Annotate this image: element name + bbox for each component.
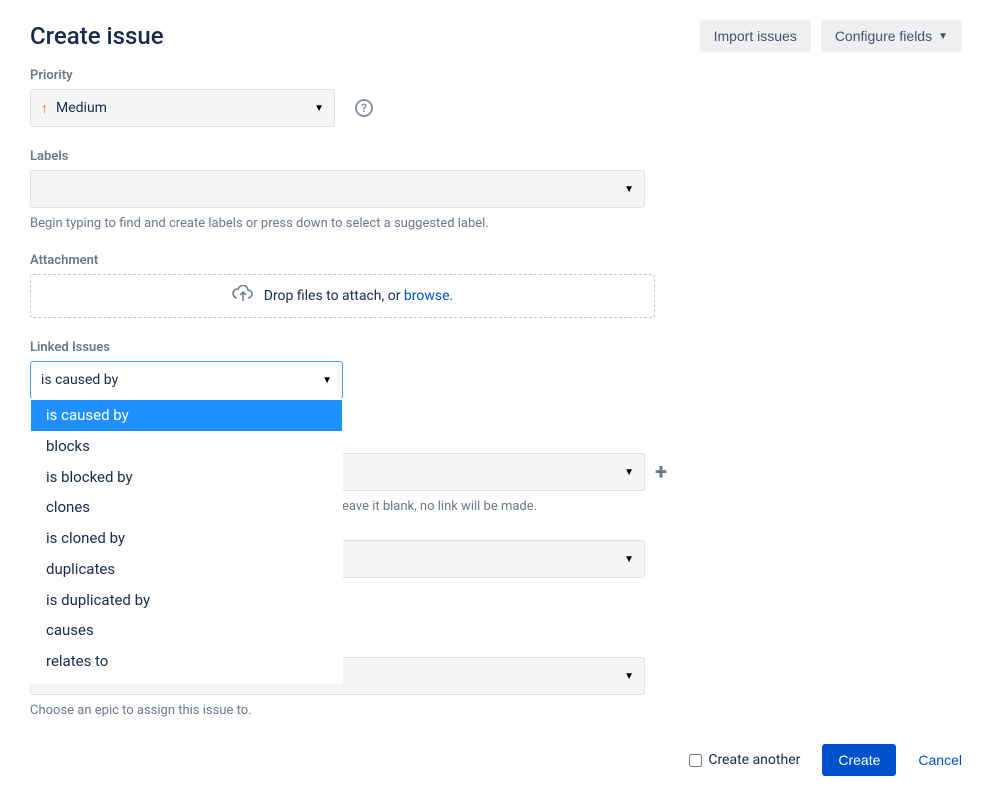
- dialog-title: Create issue: [30, 22, 700, 50]
- caret-down-icon: ▼: [624, 184, 634, 195]
- labels-field: Labels ▼ Begin typing to find and create…: [30, 149, 962, 231]
- attachment-browse-link[interactable]: browse: [404, 288, 450, 304]
- cloud-upload-icon: [232, 285, 254, 307]
- linked-issues-type-menu: is caused by blocks is blocked by clones…: [30, 398, 343, 684]
- priority-arrow-up-icon: ↑: [41, 100, 48, 117]
- create-another-checkbox-row[interactable]: Create another: [689, 752, 800, 768]
- create-another-label: Create another: [708, 752, 800, 768]
- attachment-field: Attachment Drop files to attach, or brow…: [30, 253, 962, 318]
- dialog-header: Create issue Import issues Configure fie…: [0, 0, 992, 68]
- epic-link-help: Choose an epic to assign this issue to.: [30, 703, 962, 718]
- priority-field: Priority ↑ Medium ▼ ?: [30, 68, 962, 127]
- dropdown-item-relates-to[interactable]: relates to: [31, 646, 342, 677]
- caret-down-icon: ▼: [314, 103, 324, 114]
- dropdown-item-is-cloned-by[interactable]: is cloned by: [31, 523, 342, 554]
- priority-row: ↑ Medium ▼ ?: [30, 89, 962, 127]
- dropdown-item-clones[interactable]: clones: [31, 492, 342, 523]
- attachment-dropzone[interactable]: Drop files to attach, or browse.: [30, 274, 655, 318]
- dialog-footer: Create another Create Cancel: [0, 726, 992, 796]
- caret-down-icon: ▼: [624, 554, 634, 565]
- dropdown-item-duplicates[interactable]: duplicates: [31, 554, 342, 585]
- header-actions: Import issues Configure fields ▼: [700, 20, 962, 52]
- caret-down-icon: ▼: [322, 375, 332, 386]
- chevron-down-icon: ▼: [938, 31, 948, 42]
- linked-issues-type-value: is caused by: [41, 372, 322, 388]
- labels-help: Begin typing to find and create labels o…: [30, 216, 962, 231]
- create-another-checkbox[interactable]: [689, 754, 702, 767]
- dropdown-item-is-blocked-by[interactable]: is blocked by: [31, 462, 342, 493]
- caret-down-icon: ▼: [624, 467, 634, 478]
- priority-select[interactable]: ↑ Medium ▼: [30, 89, 335, 127]
- form-scroll-area[interactable]: Priority ↑ Medium ▼ ? Labels ▼ Begin typ…: [0, 68, 992, 726]
- linked-issues-type-select[interactable]: is caused by ▼: [30, 361, 343, 399]
- dropdown-item-causes[interactable]: causes: [31, 615, 342, 646]
- configure-fields-label: Configure fields: [835, 28, 932, 44]
- labels-select[interactable]: ▼: [30, 170, 645, 208]
- priority-label: Priority: [30, 68, 962, 83]
- attachment-drop-text: Drop files to attach, or browse.: [264, 288, 454, 304]
- configure-fields-button[interactable]: Configure fields ▼: [821, 20, 962, 52]
- dropdown-item-is-duplicated-by[interactable]: is duplicated by: [31, 585, 342, 616]
- cancel-button[interactable]: Cancel: [918, 752, 962, 768]
- dropdown-item-is-caused-by[interactable]: is caused by: [31, 400, 342, 431]
- import-issues-label: Import issues: [714, 28, 797, 44]
- linked-issues-type-wrapper: is caused by ▼ is caused by blocks is bl…: [30, 361, 962, 399]
- help-icon[interactable]: ?: [355, 99, 373, 117]
- create-issue-dialog: Create issue Import issues Configure fie…: [0, 0, 992, 796]
- labels-label: Labels: [30, 149, 962, 164]
- import-issues-button[interactable]: Import issues: [700, 20, 811, 52]
- attachment-label: Attachment: [30, 253, 962, 268]
- caret-down-icon: ▼: [624, 671, 634, 682]
- linked-issues-label: Linked Issues: [30, 340, 962, 355]
- linked-issues-field: Linked Issues is caused by ▼ is caused b…: [30, 340, 962, 514]
- add-linked-issue-button[interactable]: +: [655, 460, 667, 485]
- dropdown-item-blocks[interactable]: blocks: [31, 431, 342, 462]
- priority-value: Medium: [56, 100, 314, 116]
- create-button[interactable]: Create: [822, 744, 896, 776]
